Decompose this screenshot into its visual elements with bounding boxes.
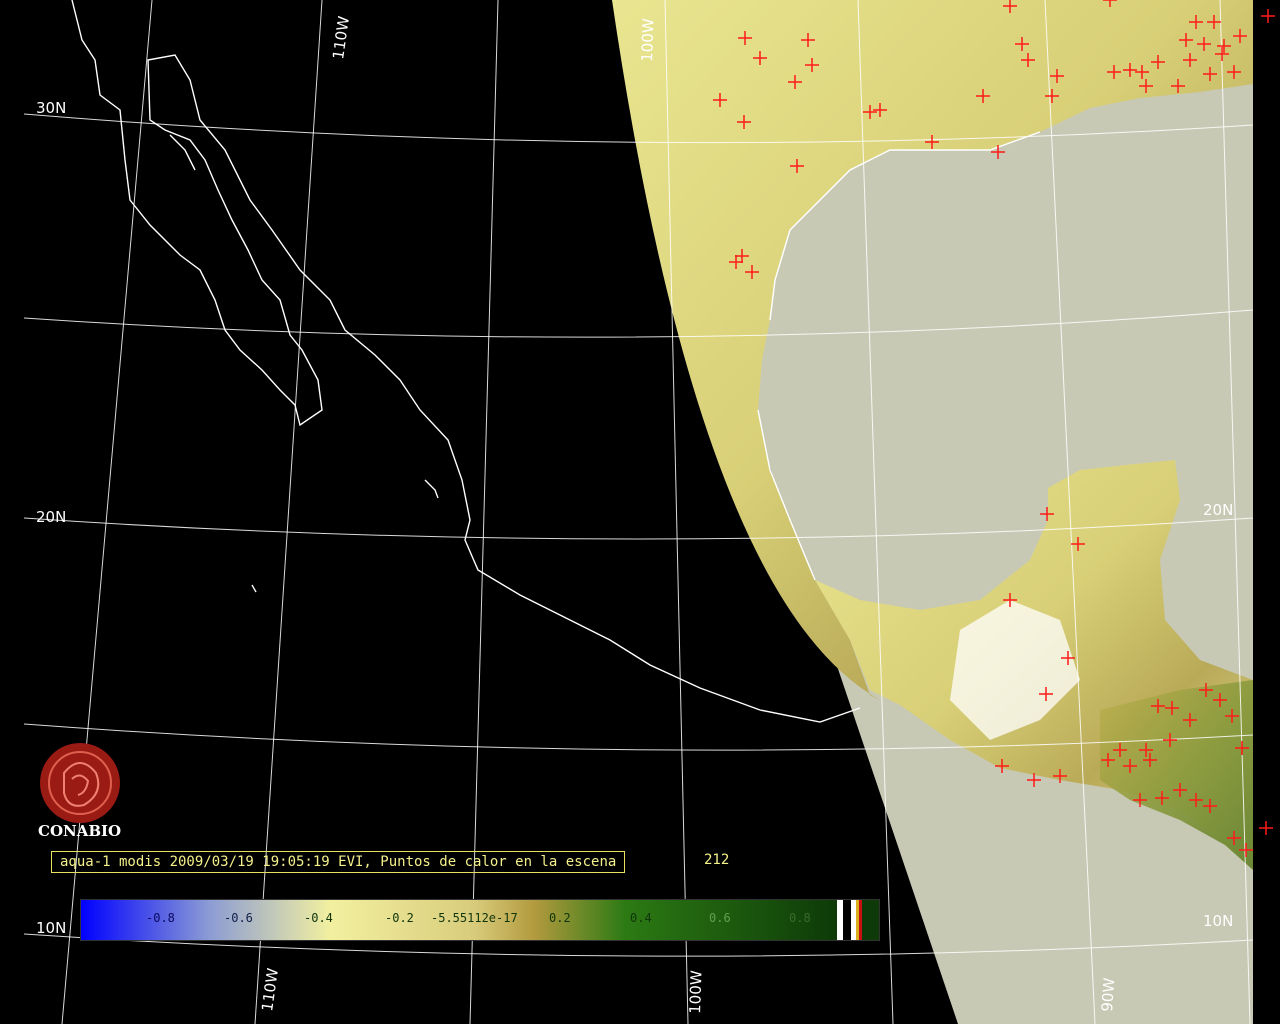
colorbar-tick: -0.4 xyxy=(304,911,333,925)
lat-label-10n-east: 10N xyxy=(1203,912,1233,930)
lon-label-100w-top: 100W xyxy=(638,18,658,62)
lat-label-10n-west: 10N xyxy=(36,919,66,937)
lat-label-20n-east: 20N xyxy=(1203,501,1233,519)
colorbar-tick: 0.6 xyxy=(709,911,731,925)
logo-text: CONABIO xyxy=(38,822,122,840)
colorbar-tick: 0.8 xyxy=(789,911,811,925)
lat-label-20n-west: 20N xyxy=(36,508,66,526)
evi-colorbar: -0.8 -0.6 -0.4 -0.2 -5.55112e-17 0.2 0.4… xyxy=(80,899,880,941)
colorbar-tick: -0.2 xyxy=(385,911,414,925)
hotspot-count: 212 xyxy=(704,852,730,868)
colorbar-tick: -5.55112e-17 xyxy=(431,911,518,925)
lon-label-90w-bottom: 90W xyxy=(1098,977,1118,1012)
colorbar-tick: 0.2 xyxy=(549,911,571,925)
lon-label-110w-bottom: 110W xyxy=(258,967,282,1013)
lon-label-100w-bottom: 100W xyxy=(686,970,706,1014)
colorbar-tick: 0.4 xyxy=(630,911,652,925)
lat-label-30n: 30N xyxy=(36,99,66,117)
lon-label-110w-top: 110W xyxy=(329,15,353,61)
colorbar-tick: -0.6 xyxy=(224,911,253,925)
scene-caption: aqua-1 modis 2009/03/19 19:05:19 EVI, Pu… xyxy=(51,851,626,873)
colorbar-tick: -0.8 xyxy=(146,911,175,925)
